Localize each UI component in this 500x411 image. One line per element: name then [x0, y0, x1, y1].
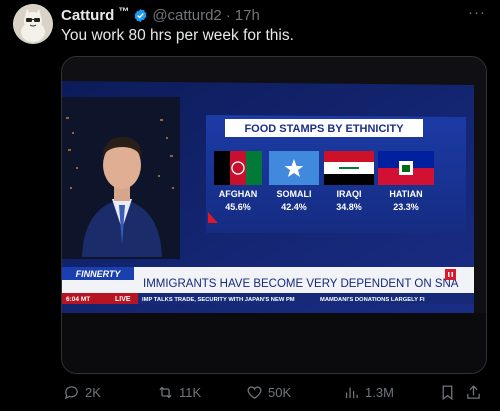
- haiti-flag: [378, 151, 434, 185]
- clock: 6:04 MT: [66, 296, 90, 303]
- handle[interactable]: @catturd2: [152, 7, 221, 24]
- group-name-afghan: AFGHAN: [219, 189, 258, 199]
- somalia-flag: [269, 151, 319, 185]
- bookmark-icon: [442, 385, 453, 401]
- repost-icon: [159, 386, 172, 399]
- repost-count: 11K: [179, 385, 202, 400]
- tweet-media[interactable]: FOOD STAMPS BY ETHNICITY AFGHAN 45.6% SO…: [61, 56, 487, 374]
- group-name-somali: SOMALI: [277, 189, 312, 199]
- like-button[interactable]: 50K: [246, 384, 291, 401]
- timestamp[interactable]: 17h: [235, 7, 260, 24]
- tweet-text: You work 80 hrs per week for this.: [61, 27, 294, 44]
- share-icon: [467, 385, 480, 399]
- repost-button[interactable]: 11K: [157, 384, 201, 401]
- reply-icon: [64, 386, 78, 400]
- group-name-iraqi: IRAQI: [336, 189, 361, 199]
- group-value-hatian: 23.3%: [393, 202, 419, 212]
- views-button[interactable]: 1.3M: [343, 384, 394, 401]
- show-name: FINNERTY: [76, 269, 122, 279]
- group-value-afghan: 45.6%: [225, 202, 251, 212]
- group-name-hatian: HATIAN: [389, 189, 422, 199]
- ticker-left: IMP TALKS TRADE, SECURITY WITH JAPAN'S N…: [142, 297, 295, 303]
- tweet-header: Catturd ™ @catturd2 · 17h: [61, 6, 260, 24]
- reply-button[interactable]: 2K: [63, 384, 101, 401]
- views-icon: [345, 387, 358, 399]
- verified-badge-icon: [134, 8, 147, 22]
- reply-count: 2K: [85, 385, 101, 400]
- more-options-icon[interactable]: ···: [468, 4, 486, 21]
- share-button[interactable]: [465, 384, 482, 401]
- live-badge: LIVE: [115, 296, 131, 303]
- tv-screen-photo: FOOD STAMPS BY ETHNICITY AFGHAN 45.6% SO…: [62, 57, 486, 373]
- display-name[interactable]: Catturd: [61, 7, 114, 24]
- separator-dot: ·: [225, 6, 231, 24]
- ticker-right: MAMDANI'S DONATIONS LARGELY FI: [320, 297, 425, 303]
- iraq-flag: [324, 151, 374, 185]
- chart-title: FOOD STAMPS BY ETHNICITY: [244, 123, 404, 135]
- heart-icon: [247, 386, 262, 399]
- avatar[interactable]: [13, 4, 53, 44]
- views-count: 1.3M: [365, 385, 394, 400]
- headline: IMMIGRANTS HAVE BECOME VERY DEPENDENT ON…: [143, 278, 459, 290]
- group-value-somali: 42.4%: [281, 202, 307, 212]
- tweet-actions: 2K 11K 50K 1.3M: [61, 384, 491, 404]
- like-count: 50K: [268, 385, 292, 400]
- bookmark-button[interactable]: [439, 384, 456, 401]
- group-value-iraqi: 34.8%: [336, 202, 362, 212]
- afghanistan-flag: [214, 151, 262, 185]
- trademark-symbol: ™: [118, 6, 130, 18]
